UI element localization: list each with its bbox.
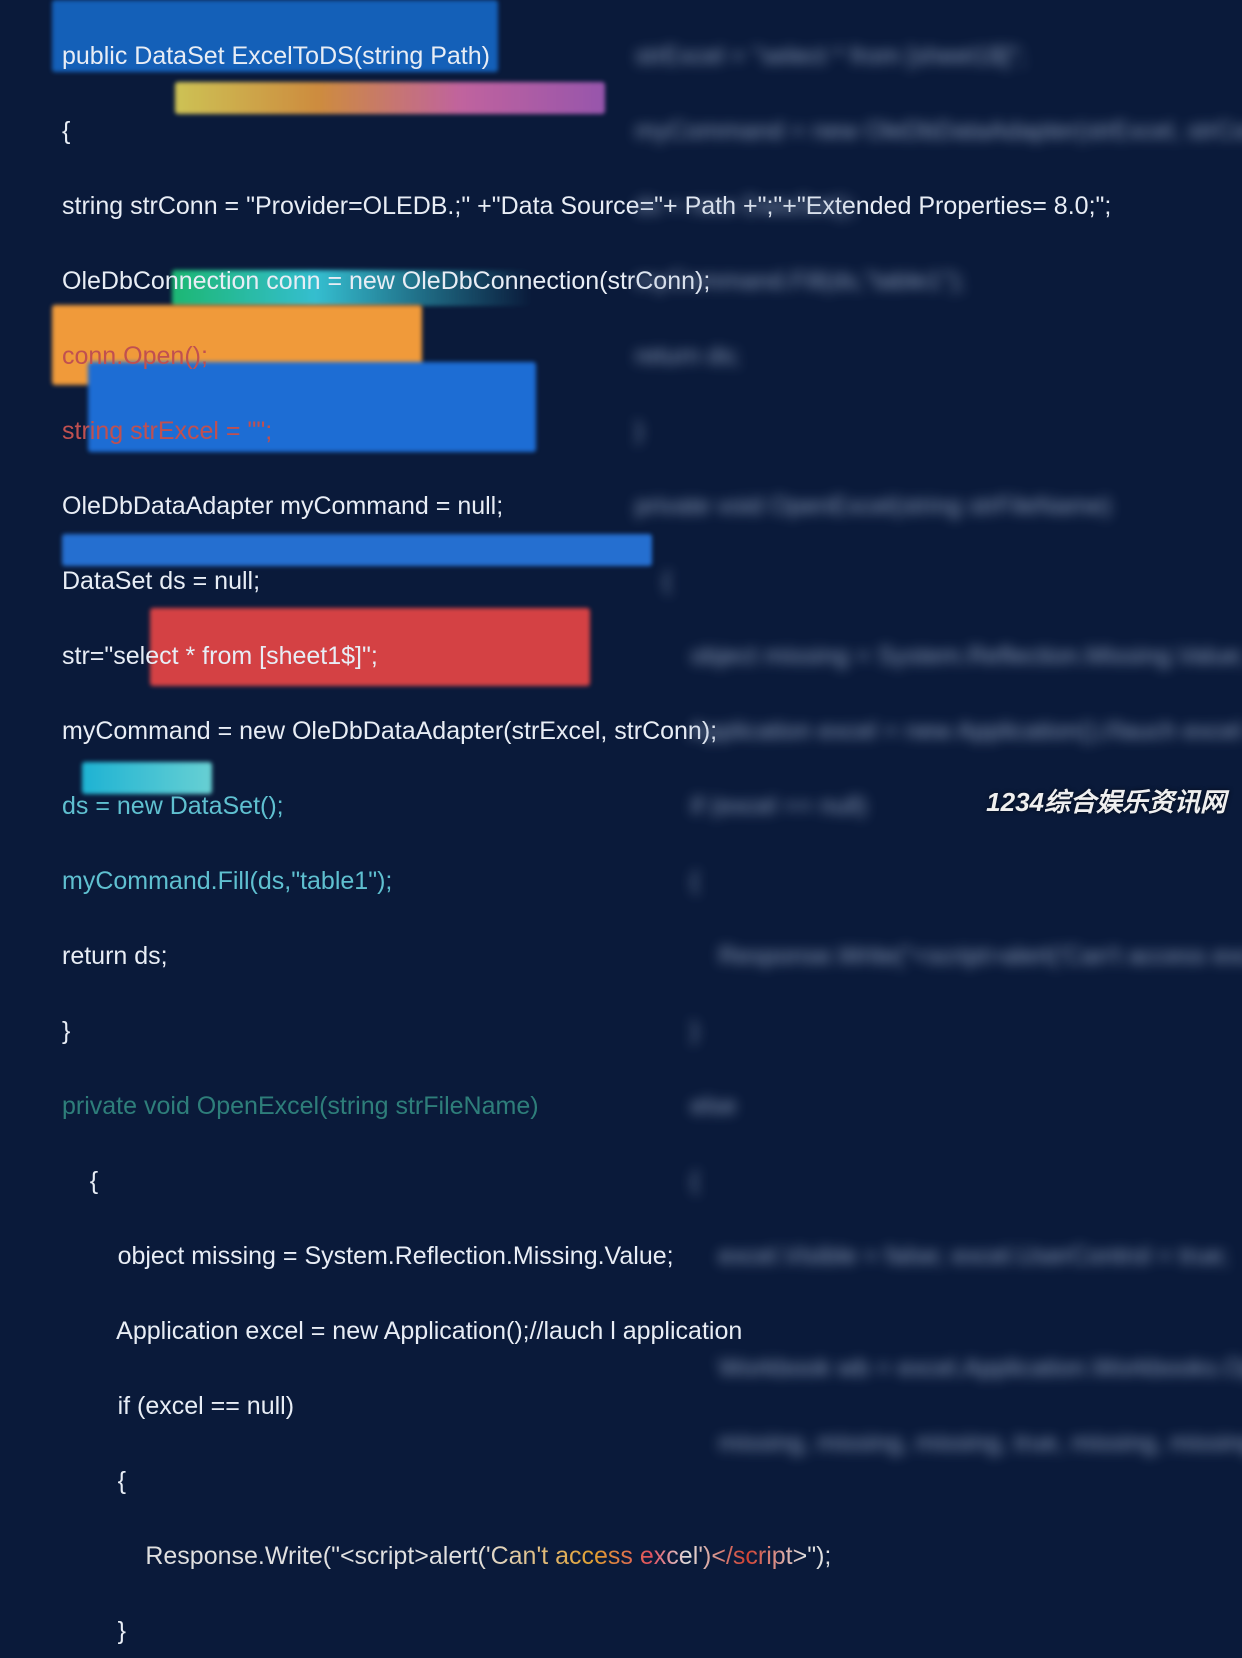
blur-line: { [635, 563, 1242, 601]
code-line: } [62, 1613, 1242, 1651]
blur-line: private void OpenExcel(string strFileNam… [635, 488, 1242, 526]
blur-line: object missing = System.Reflection.Missi… [635, 638, 1242, 676]
blur-line: myCommand = new OleDbDataAdapter(strExce… [635, 113, 1242, 151]
blur-line: else [635, 1088, 1242, 1126]
blur-line: strExcel = "select * from [sheet1$]"; [635, 38, 1242, 76]
blur-line: } [635, 1013, 1242, 1051]
blur-line: myCommand.Fill(ds,"table1"); [635, 263, 1242, 301]
blur-line: } [635, 413, 1242, 451]
code-line: Response.Write("<script>alert('Can't acc… [62, 1538, 1242, 1576]
blur-line: excel.Visible = false; excel.UserControl… [635, 1238, 1242, 1276]
blur-line: Workbook wb = excel.Application.Workbook… [635, 1350, 1242, 1388]
watermark-text: 1234综合娱乐资讯网 [986, 782, 1226, 819]
blur-line: ds = new DataSet(); [635, 188, 1242, 226]
blurred-code-column: strExcel = "select * from [sheet1$]"; my… [635, 0, 1242, 1500]
blur-line: return ds; [635, 338, 1242, 376]
blur-line: Response.Write("<script>alert('Can't acc… [635, 938, 1242, 976]
blur-line: Application excel = new Application();//… [635, 713, 1242, 751]
blur-line: missing, missing, missing, true, missing… [635, 1425, 1242, 1463]
blur-line: { [635, 863, 1242, 901]
blur-line: { [635, 1163, 1242, 1201]
